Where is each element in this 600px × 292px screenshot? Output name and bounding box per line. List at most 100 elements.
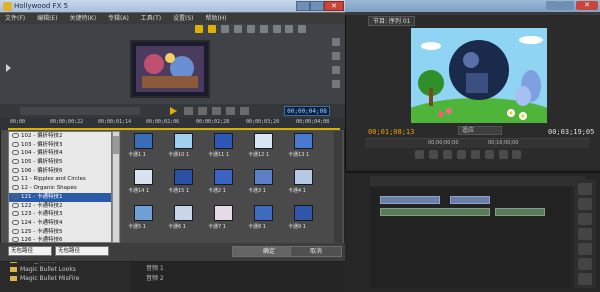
effect-thumbnail[interactable]: 卡通11 1 (208, 133, 244, 158)
fx-minimize-button[interactable] (296, 1, 310, 11)
timeline-clip[interactable] (450, 196, 490, 204)
fx-timecode[interactable]: 00;00;04;08 (284, 106, 330, 116)
play-icon[interactable] (442, 150, 452, 159)
effect-thumbnail[interactable]: 卡通10 1 (168, 133, 204, 158)
next-edit-icon[interactable] (456, 150, 466, 159)
tree-item[interactable]: 121 - 卡通特技1 (9, 192, 111, 202)
selection-tool-icon[interactable] (578, 183, 592, 195)
tree-item[interactable]: 124 - 卡通特技4 (9, 219, 111, 228)
program-monitor-tab[interactable]: 节目: 序列 01 (368, 16, 416, 26)
timeline-clip[interactable] (380, 208, 490, 216)
expand-arrow-icon[interactable] (6, 64, 11, 72)
effect-thumbnail[interactable]: 卡通8 1 (248, 205, 284, 230)
tree-scrollbar-thumb[interactable] (113, 136, 119, 154)
grid-icon[interactable] (259, 25, 268, 33)
cancel-button[interactable]: 取消 (290, 246, 342, 257)
expand-toggle-icon[interactable] (12, 211, 19, 217)
timeline-clip[interactable] (495, 208, 545, 216)
expand-toggle-icon[interactable] (12, 219, 19, 225)
prev-frame-icon[interactable] (198, 107, 207, 115)
go-to-end-icon[interactable] (240, 107, 249, 115)
expand-toggle-icon[interactable] (12, 185, 19, 191)
timeline-clip[interactable] (380, 196, 440, 204)
effect-thumbnail[interactable]: 卡通9 1 (288, 205, 324, 230)
tree-item[interactable]: 123 - 卡通特技3 (9, 210, 111, 219)
project-item[interactable]: Magic Bullet MisFire (0, 274, 130, 283)
tree-item[interactable]: 106 - 偏折特技6 (9, 167, 111, 176)
tree-item[interactable]: 11 - Ripples and Circles (9, 175, 111, 184)
expand-toggle-icon[interactable] (12, 202, 19, 208)
razor-tool-icon[interactable] (578, 228, 592, 240)
layout-b-icon[interactable] (207, 25, 216, 33)
program-fit-select[interactable]: 适应 (458, 126, 502, 135)
effect-thumbnail[interactable]: 卡通5 1 (128, 205, 164, 230)
prev-edit-icon[interactable] (428, 150, 438, 159)
play-icon[interactable] (170, 107, 177, 115)
tree-item[interactable]: 122 - 卡通特技2 (9, 202, 111, 211)
tree-item[interactable]: 103 - 偏折特技3 (9, 141, 111, 150)
tree-item[interactable]: 105 - 偏折特技5 (9, 158, 111, 167)
ripple-edit-tool-icon[interactable] (578, 213, 592, 225)
link-icon[interactable] (332, 66, 340, 74)
menu-file[interactable]: 文件(F) (0, 13, 30, 24)
track-select-tool-icon[interactable] (578, 198, 592, 210)
effect-thumbnail[interactable]: 卡通7 1 (208, 205, 244, 230)
hand-tool-icon[interactable] (578, 273, 592, 285)
step-forward-icon[interactable] (226, 107, 235, 115)
pen-tool-icon[interactable] (578, 258, 592, 270)
menu-keyframe[interactable]: 关键特(K) (64, 13, 101, 24)
step-back-icon[interactable] (184, 107, 193, 115)
zoom-icon[interactable] (332, 80, 340, 88)
layout-d-icon[interactable] (233, 25, 242, 33)
project-item[interactable]: Magic Bullet Looks (0, 265, 130, 274)
lift-icon[interactable] (512, 150, 522, 159)
fx-close-button[interactable]: ✕ (324, 1, 344, 11)
loop-icon[interactable] (484, 150, 494, 159)
effect-thumbnail[interactable]: 卡通4 1 (288, 169, 324, 194)
render-icon[interactable] (272, 25, 281, 33)
view-icon[interactable] (246, 25, 255, 33)
menu-tools[interactable]: 工具(T) (136, 13, 166, 24)
fx-timeline-bar[interactable] (8, 128, 340, 130)
expand-toggle-icon[interactable] (12, 193, 19, 199)
layout-a-icon[interactable] (195, 25, 203, 33)
track-label-audio-2[interactable]: 音频 2 (130, 274, 345, 284)
host-close-button[interactable]: ✕ (576, 1, 598, 10)
tree-item[interactable]: 126 - 卡通特技6 (9, 236, 111, 242)
effect-thumbnail[interactable]: 卡通13 1 (288, 133, 324, 158)
track-label-audio-1[interactable]: 音频 1 (130, 264, 345, 274)
rotate-icon[interactable] (332, 52, 340, 60)
effect-thumbnail[interactable]: 卡通12 1 (248, 133, 284, 158)
timeline-tracks[interactable] (370, 188, 570, 288)
expand-toggle-icon[interactable] (12, 237, 19, 242)
timeline-ruler[interactable] (370, 176, 585, 186)
menu-help[interactable]: 帮助(H) (200, 13, 231, 24)
effect-thumbnail[interactable]: 卡通15 1 (168, 169, 204, 194)
expand-toggle-icon[interactable] (12, 176, 19, 182)
keyframe-controls[interactable] (20, 107, 140, 115)
settings-icon[interactable] (285, 25, 294, 33)
expand-toggle-icon[interactable] (12, 133, 19, 138)
menu-album[interactable]: 专辑(A) (103, 13, 134, 24)
expand-toggle-icon[interactable] (12, 167, 19, 173)
next-frame-icon[interactable] (212, 107, 221, 115)
tree-item[interactable]: 12 - Organic Shapes (9, 184, 111, 193)
tree-item[interactable]: 102 - 偏折特技2 (9, 132, 111, 141)
light-icon[interactable] (298, 25, 307, 33)
program-time-ruler[interactable] (365, 138, 590, 148)
step-back-icon[interactable] (415, 150, 424, 159)
path-select-b[interactable]: 无包路径 (55, 246, 109, 256)
expand-toggle-icon[interactable] (12, 159, 19, 165)
pin-icon[interactable] (332, 38, 340, 46)
tree-item[interactable]: 125 - 卡通特技5 (9, 228, 111, 237)
menu-settings[interactable]: 设置(S) (168, 13, 199, 24)
grid-scrollbar[interactable] (334, 131, 342, 243)
safe-margins-icon[interactable] (498, 150, 508, 159)
path-select-a[interactable]: 无包路径 (8, 246, 52, 256)
effect-thumbnail[interactable]: 卡通1 1 (128, 133, 164, 158)
effect-thumbnail[interactable]: 卡通6 1 (168, 205, 204, 230)
host-maximize-button[interactable] (560, 1, 574, 10)
expand-toggle-icon[interactable] (12, 141, 19, 147)
slip-tool-icon[interactable] (578, 243, 592, 255)
layout-c-icon[interactable] (220, 25, 229, 33)
